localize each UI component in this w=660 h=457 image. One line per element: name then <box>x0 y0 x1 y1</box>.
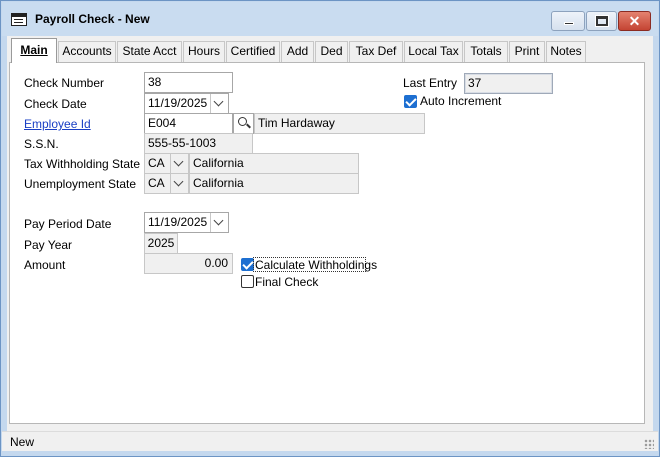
calculate-withholdings-label: Calculate Withholdings <box>255 258 378 272</box>
tab-state-acct[interactable]: State Acct <box>117 41 182 62</box>
tab-certified[interactable]: Certified <box>226 41 280 62</box>
pay-year-field: 2025 <box>144 233 178 254</box>
amount-field: 0.00 <box>144 253 233 274</box>
unemployment-state-name: California <box>189 173 359 194</box>
tab-add[interactable]: Add <box>281 41 314 62</box>
tax-withholding-state-select[interactable]: CA <box>144 153 189 174</box>
tab-ded[interactable]: Ded <box>315 41 348 62</box>
check-date-value: 11/19/2025 <box>148 96 208 110</box>
check-date-input[interactable]: 11/19/2025 <box>144 93 229 114</box>
unemployment-state-dropdown-button[interactable] <box>170 174 188 193</box>
auto-increment-label: Auto Increment <box>420 94 502 108</box>
window-title: Payroll Check - New <box>35 12 150 26</box>
tab-totals[interactable]: Totals <box>464 41 508 62</box>
check-number-input[interactable]: 38 <box>144 72 233 93</box>
title-bar[interactable]: Payroll Check - New ✕ <box>2 2 658 36</box>
tax-withholding-state-code: CA <box>148 156 165 170</box>
check-number-label: Check Number <box>24 76 105 90</box>
maximize-icon <box>595 15 609 27</box>
tax-state-dropdown-button[interactable] <box>170 154 188 173</box>
main-tab-panel: Check Number 38 Last Entry 37 Auto Incre… <box>9 62 645 424</box>
employee-id-link[interactable]: Employee Id <box>24 117 91 131</box>
auto-increment-checkbox[interactable] <box>404 95 417 108</box>
maximize-button[interactable] <box>586 11 617 31</box>
chevron-down-icon <box>173 176 184 187</box>
tab-tax-def[interactable]: Tax Def <box>349 41 403 62</box>
unemployment-state-label: Unemployment State <box>24 177 137 191</box>
employee-id-input[interactable]: E004 <box>144 113 233 134</box>
pay-period-date-value: 11/19/2025 <box>148 215 208 229</box>
tab-print[interactable]: Print <box>509 41 545 62</box>
close-button[interactable]: ✕ <box>618 11 651 31</box>
amount-label: Amount <box>24 258 66 272</box>
close-icon: ✕ <box>628 13 641 29</box>
tab-strip: Main Accounts State Acct Hours Certified… <box>9 38 645 63</box>
chevron-down-icon <box>213 215 224 226</box>
status-text: New <box>10 435 35 449</box>
chevron-down-icon <box>213 96 224 107</box>
ssn-field: 555-55-1003 <box>144 133 253 154</box>
check-date-dropdown-button[interactable] <box>210 94 228 113</box>
ssn-label: S.S.N. <box>24 137 59 151</box>
pay-period-date-dropdown-button[interactable] <box>210 213 228 232</box>
last-entry-label: Last Entry <box>403 76 458 90</box>
pay-year-label: Pay Year <box>24 238 73 252</box>
tax-withholding-state-name: California <box>189 153 359 174</box>
final-check-checkbox[interactable] <box>241 275 254 288</box>
unemployment-state-select[interactable]: CA <box>144 173 189 194</box>
minimize-icon <box>564 22 574 25</box>
employee-lookup-button[interactable] <box>233 113 254 134</box>
pay-period-date-input[interactable]: 11/19/2025 <box>144 212 229 233</box>
tax-withholding-state-label: Tax Withholding State <box>24 157 141 171</box>
minimize-button[interactable] <box>551 11 585 31</box>
tab-accounts[interactable]: Accounts <box>58 41 116 62</box>
employee-name-field: Tim Hardaway <box>254 113 425 134</box>
last-entry-value: 37 <box>464 73 553 94</box>
pay-period-date-label: Pay Period Date <box>24 217 112 231</box>
tab-hours[interactable]: Hours <box>183 41 225 62</box>
chevron-down-icon <box>173 156 184 167</box>
unemployment-state-code: CA <box>148 176 165 190</box>
payroll-check-window: Payroll Check - New ✕ Main Accounts Stat… <box>0 0 660 457</box>
final-check-label: Final Check <box>255 275 319 289</box>
resize-grip-icon[interactable] <box>644 439 654 449</box>
check-date-label: Check Date <box>24 97 87 111</box>
status-bar: New <box>2 431 658 451</box>
tab-notes[interactable]: Notes <box>546 41 586 62</box>
form-app-icon <box>11 13 27 26</box>
tab-main[interactable]: Main <box>11 38 57 63</box>
tab-local-tax[interactable]: Local Tax <box>404 41 463 62</box>
